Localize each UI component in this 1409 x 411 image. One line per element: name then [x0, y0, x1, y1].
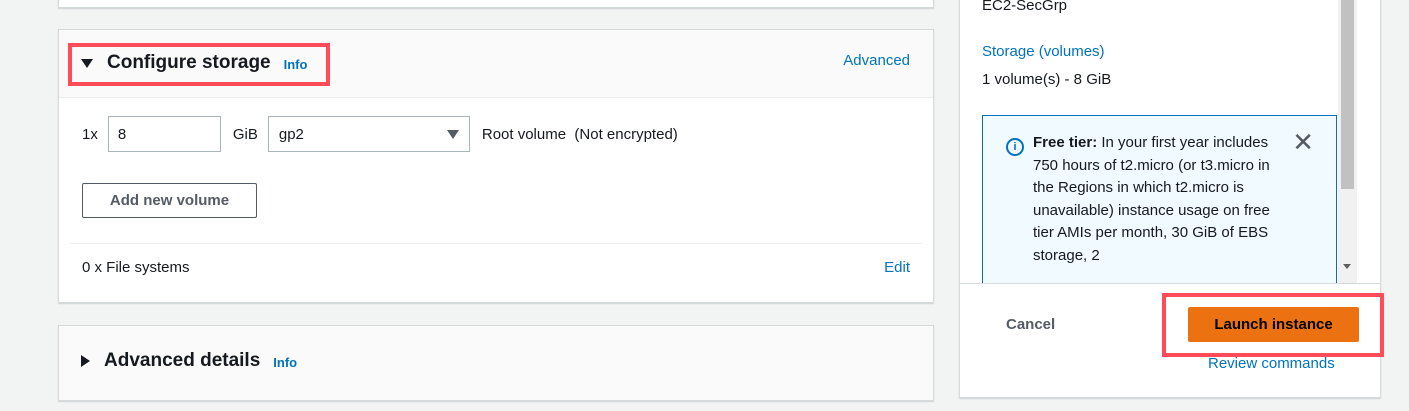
- scrollbar[interactable]: [1338, 0, 1357, 283]
- volume-type-value: gp2: [278, 125, 304, 143]
- advanced-info-link[interactable]: Info: [273, 355, 297, 370]
- scroll-down-arrow-icon[interactable]: [1343, 264, 1351, 269]
- file-systems-label: 0 x File systems: [82, 259, 190, 276]
- volume-description: Root volume (Not encrypted): [481, 125, 678, 143]
- review-commands-link[interactable]: Review commands: [1208, 355, 1335, 372]
- storage-title-row[interactable]: Configure storage Info: [81, 52, 307, 74]
- storage-volumes-value: 1 volume(s) - 8 GiB: [982, 71, 1112, 88]
- edit-file-systems-link[interactable]: Edit: [884, 259, 910, 276]
- volume-size-input[interactable]: 8: [107, 116, 221, 152]
- storage-panel-title: Configure storage: [107, 52, 271, 73]
- storage-panel-header: Configure storage Info Advanced: [59, 30, 933, 98]
- volume-size-value: 8: [117, 125, 127, 143]
- info-icon: i: [1006, 138, 1024, 156]
- volume-type-select[interactable]: gp2: [267, 116, 470, 152]
- expand-caret-icon[interactable]: [81, 355, 90, 367]
- free-tier-alert: i Free tier: In your first year includes…: [982, 115, 1337, 283]
- free-tier-body: In your first year includes 750 hours of…: [1033, 134, 1270, 264]
- divider: [70, 243, 922, 244]
- storage-info-link[interactable]: Info: [284, 57, 308, 72]
- free-tier-bold-label: Free tier:: [1033, 134, 1098, 151]
- expand-caret-icon[interactable]: [81, 58, 93, 68]
- scrollbar-thumb[interactable]: [1341, 0, 1354, 189]
- advanced-link[interactable]: Advanced: [843, 52, 910, 69]
- volume-row: 1x 8 GiB gp2 Root volume (Not encrypted): [82, 116, 678, 152]
- add-new-volume-button[interactable]: Add new volume: [82, 183, 257, 218]
- cancel-button[interactable]: Cancel: [1006, 316, 1055, 333]
- storage-volumes-link[interactable]: Storage (volumes): [982, 43, 1105, 60]
- launch-instance-button[interactable]: Launch instance: [1188, 307, 1359, 342]
- close-icon[interactable]: ✕: [1292, 129, 1314, 155]
- security-group-value: EC2-SecGrp: [982, 0, 1068, 14]
- footer-divider: [960, 283, 1380, 284]
- summary-scroll-area: EC2-SecGrp Storage (volumes) 1 volume(s)…: [960, 0, 1380, 283]
- configure-storage-panel: Configure storage Info Advanced 1x 8 GiB…: [58, 29, 934, 303]
- advanced-details-title: Advanced details: [104, 350, 261, 371]
- advanced-title-row[interactable]: Advanced details Info: [81, 350, 297, 372]
- summary-panel: EC2-SecGrp Storage (volumes) 1 volume(s)…: [959, 0, 1381, 398]
- volume-count: 1x: [82, 125, 98, 143]
- previous-panel: [58, 0, 934, 8]
- free-tier-text: Free tier: In your first year includes 7…: [1033, 132, 1283, 267]
- advanced-details-panel: Advanced details Info: [58, 325, 934, 401]
- chevron-down-icon: [446, 129, 459, 139]
- volume-unit: GiB: [232, 125, 258, 143]
